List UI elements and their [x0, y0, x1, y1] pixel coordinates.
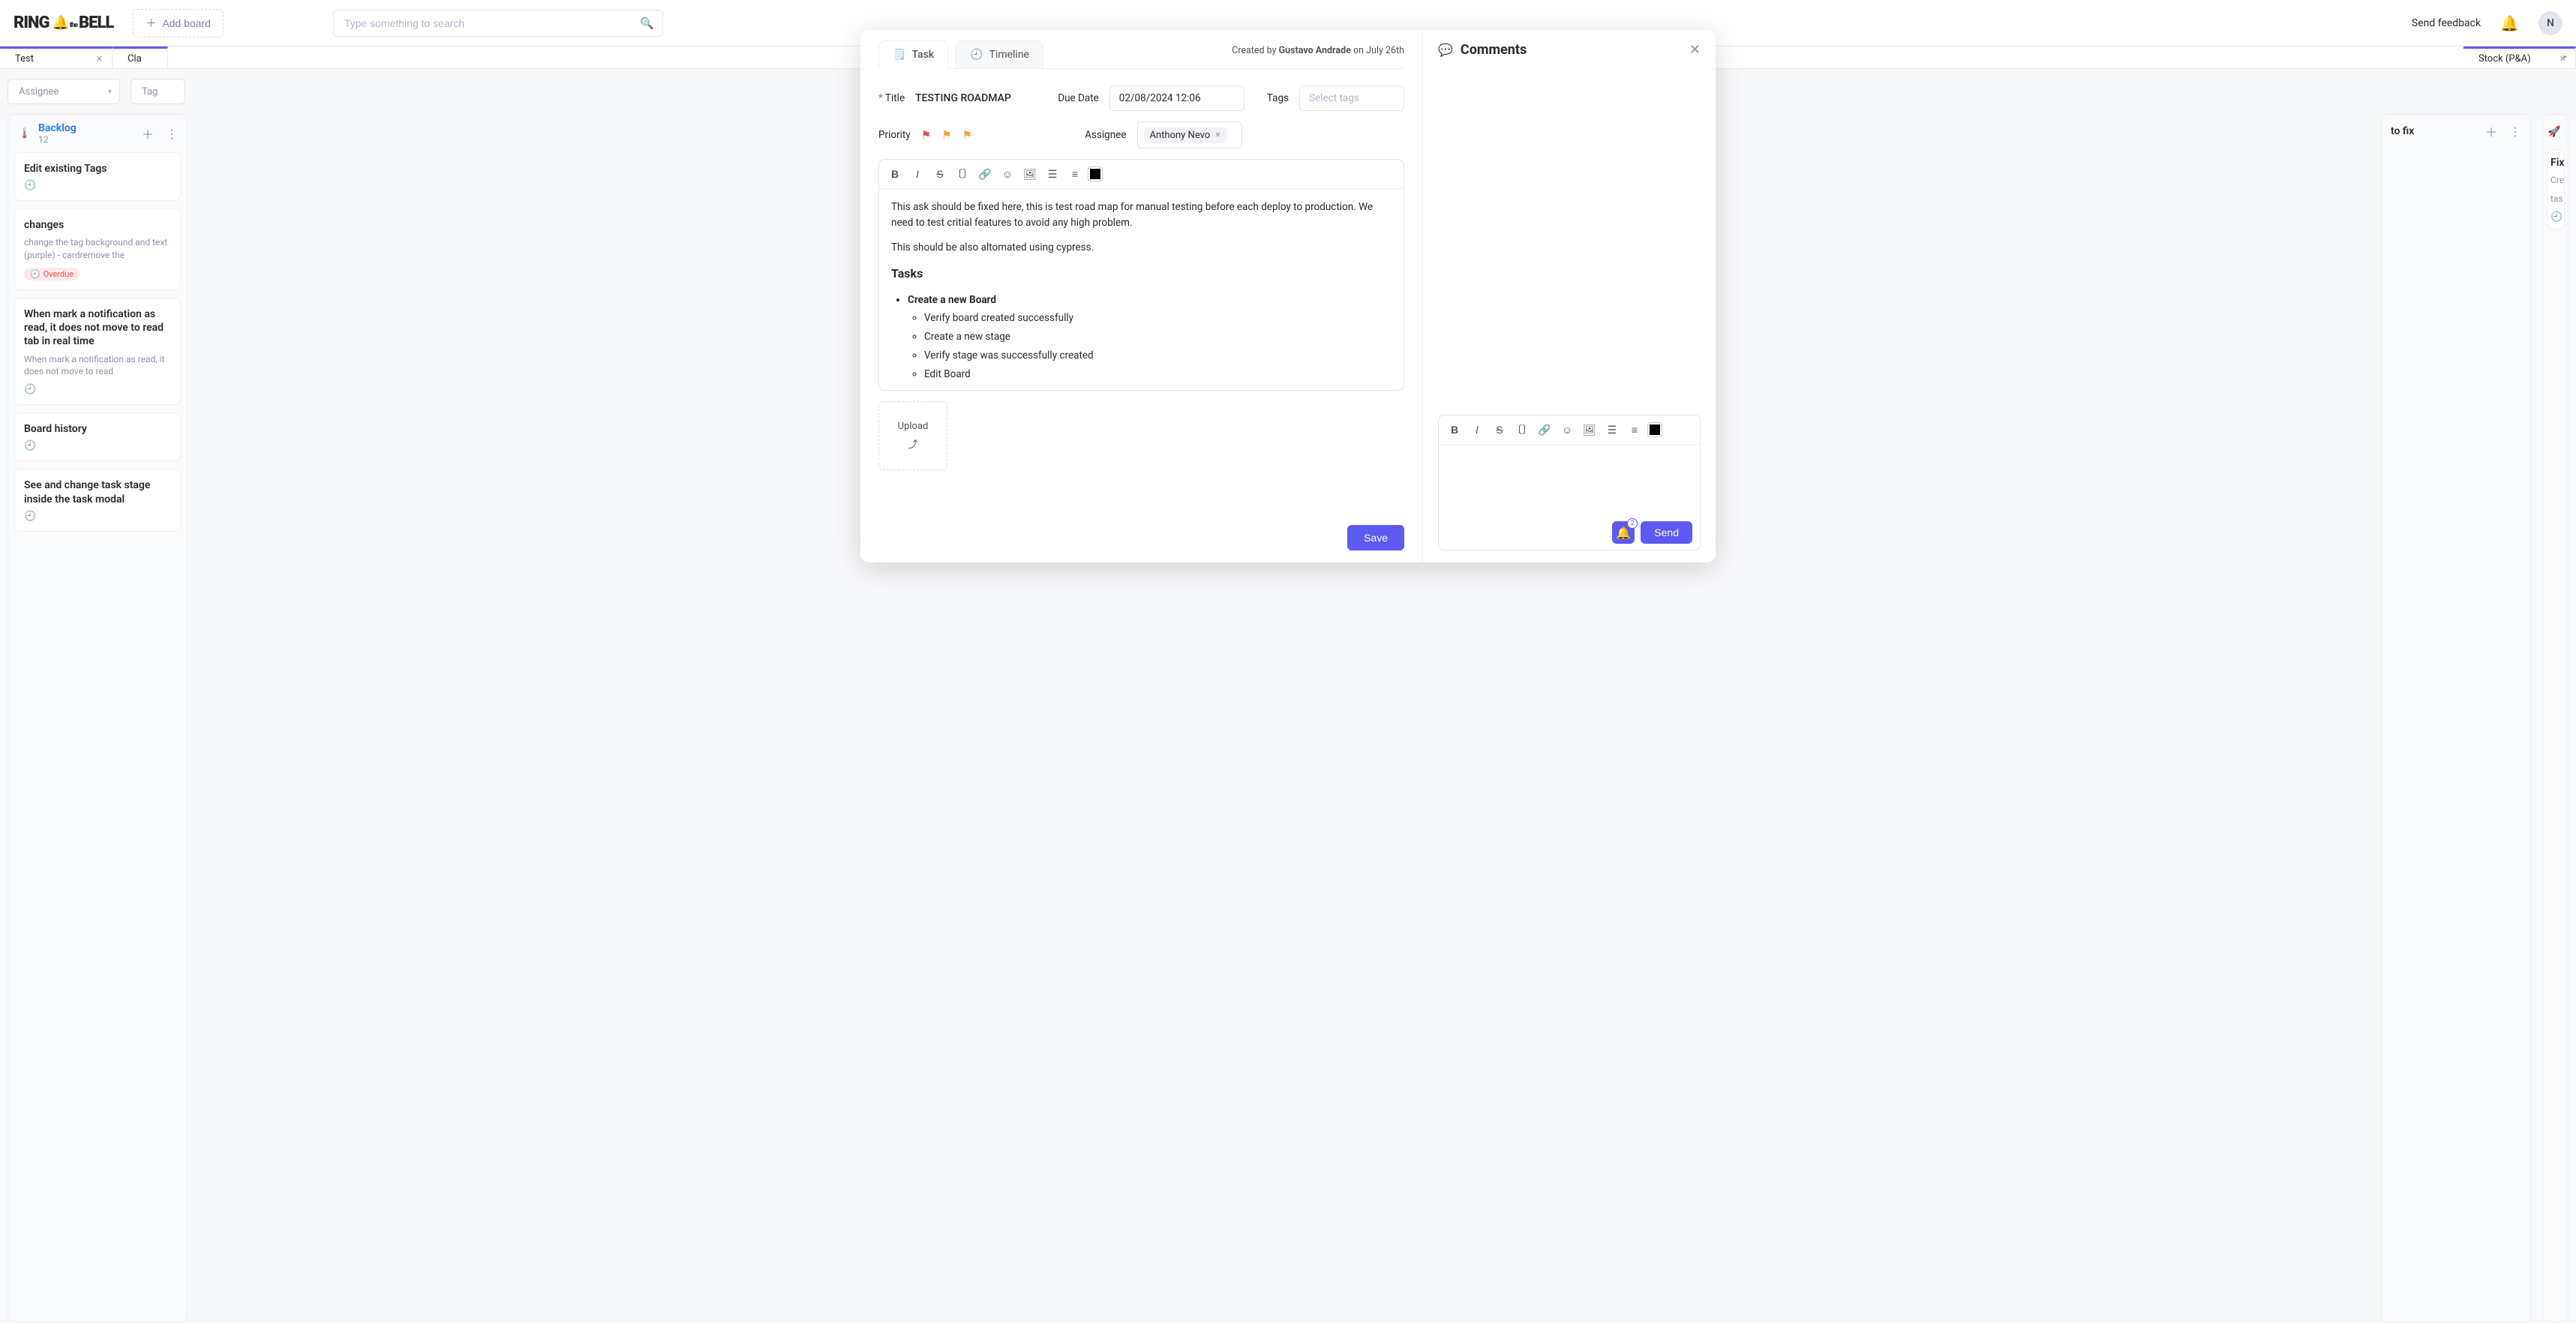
form-row-2: Priority ⚑ ⚑ ⚑ Assignee Anthony Nevo ✕ — [878, 122, 1404, 148]
remove-assignee-button[interactable]: ✕ — [1214, 131, 1220, 140]
tasks-heading: Tasks — [891, 265, 1392, 284]
italic-button[interactable]: I — [1467, 420, 1487, 440]
task-list: Create a new Board Verify board created … — [891, 292, 1392, 383]
tab-label: Task — [911, 49, 934, 61]
editor-body[interactable]: This ask should be fixed here, this is t… — [879, 189, 1404, 390]
form-area: Title TESTING ROADMAP Due Date 02/08/202… — [878, 68, 1404, 470]
created-meta: Created by Gustavo Andrade on July 26th — [1232, 45, 1404, 56]
task-modal: 🗒️ Task 🕘 Timeline Created by Gustavo An… — [860, 30, 1716, 562]
code-button[interactable]: 〔〕 — [953, 164, 972, 184]
comments-icon: 💬 — [1438, 43, 1453, 57]
subscribe-toggle[interactable]: 🔔 2 — [1612, 521, 1635, 544]
upload-button[interactable]: Upload ⤴ — [878, 401, 947, 470]
description-editor: B I S 〔〕 🔗 ☺ 🖼 ☰ ≡ This ask should be fi… — [878, 159, 1404, 391]
comments-heading: Comments — [1461, 42, 1527, 58]
body-paragraph: This should be also altomated using cypr… — [891, 240, 1392, 256]
tags-placeholder: Select tags — [1309, 92, 1359, 104]
created-author: Gustavo Andrade — [1279, 45, 1351, 56]
due-date-value: 02/08/2024 12:06 — [1119, 92, 1201, 104]
priority-field: Priority ⚑ ⚑ ⚑ — [878, 128, 972, 142]
side-header: 💬 Comments ✕ — [1438, 42, 1701, 58]
italic-button[interactable]: I — [908, 164, 927, 184]
tab-label: Timeline — [989, 49, 1029, 61]
assignee-chip: Anthony Nevo ✕ — [1144, 128, 1227, 143]
comments-list — [1438, 65, 1701, 415]
subtask-item: Edit Board — [924, 367, 1392, 382]
due-date-field: Due Date 02/08/2024 12:06 — [1058, 86, 1244, 111]
upload-label: Upload — [898, 421, 929, 432]
clock-icon: 🕘 — [970, 49, 983, 61]
tags-field: Tags Select tags — [1267, 86, 1404, 111]
flag-orange-icon[interactable]: ⚑ — [941, 128, 951, 142]
assignee-chip-label: Anthony Nevo — [1150, 130, 1211, 141]
subtask-item: Create a new stage — [924, 329, 1392, 345]
color-picker-button[interactable] — [1647, 422, 1662, 437]
tags-input[interactable]: Select tags — [1299, 86, 1404, 111]
subtask-item: Verify stage was successfully created — [924, 348, 1392, 364]
due-date-input[interactable]: 02/08/2024 12:06 — [1109, 86, 1244, 111]
subtask-item: Verify board created successfully — [924, 310, 1392, 326]
image-button[interactable]: 🖼 — [1020, 164, 1040, 184]
comment-footer: 🔔 2 Send — [1439, 515, 1700, 550]
bullet-list-button[interactable]: ☰ — [1043, 164, 1062, 184]
title-label: Title — [878, 92, 905, 104]
editor-toolbar: B I S 〔〕 🔗 ☺ 🖼 ☰ ≡ — [879, 160, 1404, 189]
save-button[interactable]: Save — [1347, 525, 1404, 550]
numbered-list-button[interactable]: ≡ — [1065, 164, 1085, 184]
comment-toolbar: B I S 〔〕 🔗 ☺ 🖼 ☰ ≡ — [1439, 416, 1700, 445]
bold-button[interactable]: B — [885, 164, 905, 184]
created-suffix: on July 26th — [1351, 45, 1404, 56]
task-item-label: Create a new Board — [908, 294, 996, 306]
task-item: Create a new Board Verify board created … — [908, 292, 1392, 383]
emoji-button[interactable]: ☺ — [998, 164, 1017, 184]
subtask-list: Verify board created successfully Create… — [908, 310, 1392, 382]
tab-task[interactable]: 🗒️ Task — [878, 40, 948, 69]
priority-label: Priority — [878, 129, 911, 141]
emoji-button[interactable]: ☺ — [1557, 420, 1577, 440]
code-button[interactable]: 〔〕 — [1512, 420, 1532, 440]
modal-side: 💬 Comments ✕ B I S 〔〕 🔗 ☺ 🖼 ☰ ≡ — [1423, 30, 1716, 562]
assignee-input[interactable]: Anthony Nevo ✕ — [1137, 122, 1242, 148]
subscriber-count-badge: 2 — [1627, 518, 1638, 529]
image-button[interactable]: 🖼 — [1580, 420, 1599, 440]
due-date-label: Due Date — [1058, 92, 1099, 104]
numbered-list-button[interactable]: ≡ — [1625, 420, 1644, 440]
comment-input[interactable] — [1439, 445, 1700, 515]
tags-label: Tags — [1267, 92, 1289, 104]
modal-overlay: 🗒️ Task 🕘 Timeline Created by Gustavo An… — [0, 0, 2576, 1323]
modal-tabs: 🗒️ Task 🕘 Timeline — [878, 40, 1043, 69]
send-comment-button[interactable]: Send — [1641, 521, 1692, 544]
title-value[interactable]: TESTING ROADMAP — [915, 92, 1011, 104]
modal-top: 🗒️ Task 🕘 Timeline Created by Gustavo An… — [878, 40, 1404, 69]
created-prefix: Created by — [1232, 45, 1279, 56]
form-row-1: Title TESTING ROADMAP Due Date 02/08/202… — [878, 86, 1404, 111]
link-button[interactable]: 🔗 — [975, 164, 995, 184]
task-icon: 🗒️ — [893, 49, 905, 61]
bullet-list-button[interactable]: ☰ — [1602, 420, 1622, 440]
close-modal-button[interactable]: ✕ — [1689, 42, 1701, 58]
comment-editor: B I S 〔〕 🔗 ☺ 🖼 ☰ ≡ 🔔 2 — [1438, 415, 1701, 550]
flag-orange-icon[interactable]: ⚑ — [962, 128, 972, 142]
strike-button[interactable]: S — [1490, 420, 1509, 440]
upload-icon: ⤴ — [908, 436, 917, 451]
body-paragraph: This ask should be fixed here, this is t… — [891, 200, 1392, 231]
link-button[interactable]: 🔗 — [1535, 420, 1554, 440]
bold-button[interactable]: B — [1445, 420, 1464, 440]
strike-button[interactable]: S — [930, 164, 950, 184]
tab-timeline[interactable]: 🕘 Timeline — [956, 40, 1043, 69]
assignee-label: Assignee — [1085, 129, 1126, 141]
save-row: Save — [878, 516, 1404, 550]
title-field: Title TESTING ROADMAP — [878, 92, 1011, 104]
flag-red-icon[interactable]: ⚑ — [921, 128, 931, 142]
color-picker-button[interactable] — [1088, 166, 1103, 182]
modal-main: 🗒️ Task 🕘 Timeline Created by Gustavo An… — [860, 30, 1423, 562]
assignee-field: Assignee Anthony Nevo ✕ — [1085, 122, 1241, 148]
